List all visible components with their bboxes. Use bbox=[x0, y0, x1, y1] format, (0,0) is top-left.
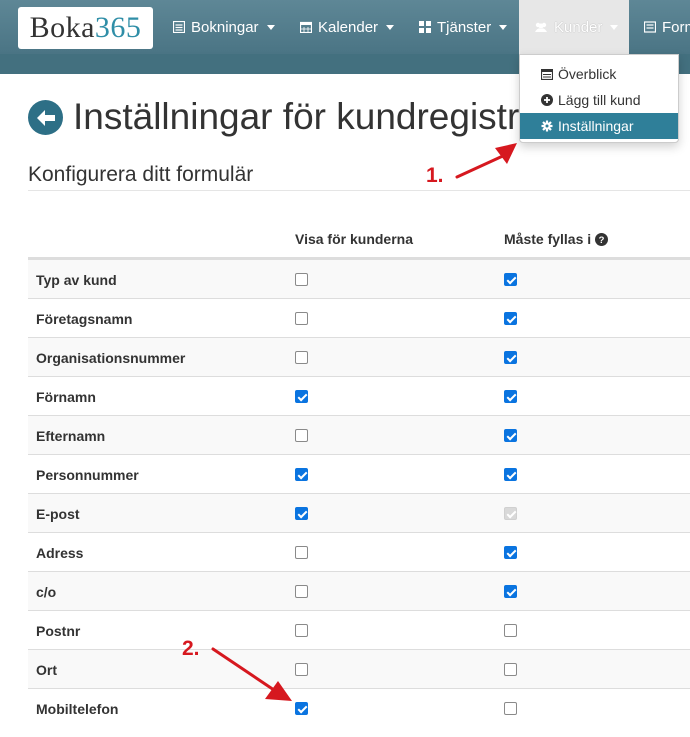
show-checkbox[interactable] bbox=[295, 273, 308, 286]
divider bbox=[28, 190, 690, 191]
show-checkbox[interactable] bbox=[295, 351, 308, 364]
nav-tjanster-label: Tjänster bbox=[437, 18, 492, 36]
nav-kalender[interactable]: Kalender bbox=[300, 0, 395, 54]
page-title: Inställningar för kundregistr bbox=[73, 96, 520, 137]
menu-item-lagg-till-kund[interactable]: Lägg till kund bbox=[520, 87, 678, 113]
annotation-arrow-2 bbox=[211, 647, 292, 701]
menu-item-installningar[interactable]: Inställningar bbox=[520, 113, 678, 139]
annotation-number-1: 1. bbox=[426, 164, 444, 187]
show-checkbox[interactable] bbox=[295, 429, 308, 442]
logo-text-a: Boka bbox=[29, 11, 95, 44]
required-checkbox[interactable] bbox=[504, 663, 517, 676]
menu-item-lagg-till-kund-label: Lägg till kund bbox=[558, 92, 641, 108]
show-checkbox[interactable] bbox=[295, 663, 308, 676]
nav-kunder[interactable]: Kunder bbox=[519, 0, 629, 54]
table-row: Företagsnamn bbox=[28, 298, 690, 337]
required-checkbox[interactable] bbox=[504, 702, 517, 715]
nav-kalender-label: Kalender bbox=[318, 18, 379, 36]
cog-icon bbox=[541, 120, 553, 132]
question-circle-icon[interactable]: ? bbox=[595, 232, 609, 246]
row-label: Efternamn bbox=[36, 427, 106, 444]
column-header-show-label: Visa för kunderna bbox=[295, 231, 414, 247]
table-row: Efternamn bbox=[28, 415, 690, 454]
table-row: Personnummer bbox=[28, 454, 690, 493]
row-label: Adress bbox=[36, 544, 84, 561]
menu-item-overblick-label: Överblick bbox=[558, 66, 617, 82]
menu-item-installningar-label: Inställningar bbox=[558, 118, 634, 134]
table-row: E-post bbox=[28, 493, 690, 532]
arrow-left-icon bbox=[36, 109, 55, 126]
nav-tjanster[interactable]: Tjänster bbox=[419, 0, 508, 54]
show-checkbox[interactable] bbox=[295, 702, 308, 715]
required-checkbox[interactable] bbox=[504, 312, 517, 325]
list-icon bbox=[173, 21, 185, 33]
plus-circle-icon bbox=[541, 94, 553, 106]
table-row: c/o bbox=[28, 571, 690, 610]
show-checkbox[interactable] bbox=[295, 624, 308, 637]
kunder-dropdown-menu: Överblick Lägg till kund Inställningar bbox=[519, 54, 679, 143]
row-label: E-post bbox=[36, 505, 80, 522]
row-label: c/o bbox=[36, 583, 57, 600]
form-icon bbox=[644, 21, 656, 33]
required-checkbox bbox=[504, 507, 517, 520]
row-label: Förnamn bbox=[36, 388, 96, 405]
nav-bokningar[interactable]: Bokningar bbox=[173, 0, 275, 54]
required-checkbox[interactable] bbox=[504, 390, 517, 403]
column-header-required-label: Måste fyllas i bbox=[504, 231, 592, 247]
show-checkbox[interactable] bbox=[295, 390, 308, 403]
required-checkbox[interactable] bbox=[504, 351, 517, 364]
users-icon bbox=[535, 22, 547, 32]
table-row: Förnamn bbox=[28, 376, 690, 415]
menu-item-overblick[interactable]: Överblick bbox=[520, 61, 678, 87]
row-label: Ort bbox=[36, 661, 57, 678]
show-checkbox[interactable] bbox=[295, 585, 308, 598]
table-row: Mobiltelefon bbox=[28, 688, 690, 727]
chevron-down-icon bbox=[610, 24, 619, 30]
form-subtitle: Konfigurera ditt formulär bbox=[28, 163, 254, 186]
required-checkbox[interactable] bbox=[504, 273, 517, 286]
show-checkbox[interactable] bbox=[295, 507, 308, 520]
show-checkbox[interactable] bbox=[295, 546, 308, 559]
nav-bokningar-label: Bokningar bbox=[191, 18, 259, 36]
required-checkbox[interactable] bbox=[504, 624, 517, 637]
required-checkbox[interactable] bbox=[504, 468, 517, 481]
required-checkbox[interactable] bbox=[504, 429, 517, 442]
nav-form[interactable]: Form bbox=[644, 0, 690, 54]
row-label: Företagsnamn bbox=[36, 310, 133, 327]
row-label: Mobiltelefon bbox=[36, 700, 119, 717]
table-row: Organisationsnummer bbox=[28, 337, 690, 376]
row-label: Typ av kund bbox=[36, 271, 117, 288]
svg-text:?: ? bbox=[599, 235, 605, 246]
row-label: Personnummer bbox=[36, 466, 139, 483]
chevron-down-icon bbox=[266, 24, 275, 30]
required-checkbox[interactable] bbox=[504, 546, 517, 559]
calendar-icon bbox=[300, 21, 312, 33]
table-row: Typ av kund bbox=[28, 259, 690, 298]
annotation-number-2: 2. bbox=[182, 637, 200, 660]
row-label: Organisationsnummer bbox=[36, 349, 186, 366]
chevron-down-icon bbox=[499, 24, 508, 30]
overview-icon bbox=[541, 68, 553, 80]
show-checkbox[interactable] bbox=[295, 312, 308, 325]
back-button[interactable] bbox=[28, 100, 63, 135]
table-row: Adress bbox=[28, 532, 690, 571]
logo-text-b: 365 bbox=[94, 11, 142, 44]
annotation-arrow-1 bbox=[455, 143, 517, 179]
show-checkbox[interactable] bbox=[295, 468, 308, 481]
required-checkbox[interactable] bbox=[504, 585, 517, 598]
logo[interactable]: Boka 365 bbox=[18, 7, 153, 49]
nav-kunder-label: Kunder bbox=[554, 18, 603, 36]
row-label: Postnr bbox=[36, 622, 81, 639]
table-row: Ort bbox=[28, 649, 690, 688]
table-row: Postnr bbox=[28, 610, 690, 649]
grid-icon bbox=[419, 21, 431, 33]
chevron-down-icon bbox=[386, 24, 395, 30]
nav-form-label: Form bbox=[662, 18, 690, 36]
column-header-required: Måste fyllas i ? bbox=[504, 231, 609, 247]
column-header-show: Visa för kunderna bbox=[295, 231, 413, 247]
